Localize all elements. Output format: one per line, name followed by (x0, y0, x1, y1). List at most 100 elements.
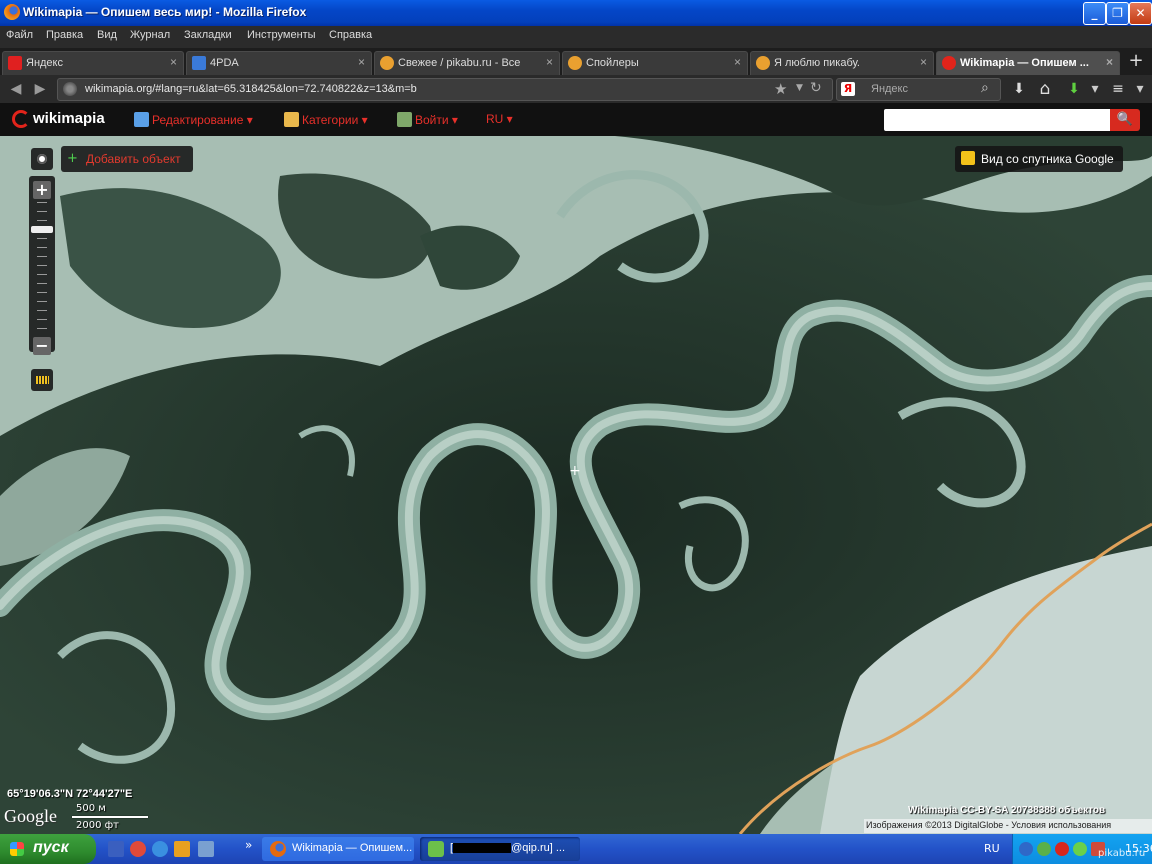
tab-spoilers[interactable]: Спойлеры × (562, 51, 748, 75)
tab-i-love-pikabu[interactable]: Я люблю пикабу. × (750, 51, 934, 75)
google-logo[interactable]: Google (4, 806, 57, 827)
categories-icon (284, 112, 299, 127)
back-button[interactable]: ◀ (6, 79, 26, 99)
zoom-slider-track[interactable] (37, 202, 47, 334)
wikimapia-search-input[interactable] (884, 109, 1110, 131)
network-icon[interactable] (198, 841, 214, 857)
zoom-slider-handle[interactable] (31, 225, 53, 233)
minimize-button[interactable]: _ (1083, 2, 1106, 25)
media-player-icon[interactable] (174, 841, 190, 857)
locate-icon (37, 154, 47, 164)
satellite-imagery (0, 136, 1152, 834)
tab-close-icon[interactable]: × (920, 55, 927, 69)
taskbar-item-qip[interactable]: [@qip.ru] ... (420, 837, 580, 861)
menu-language[interactable]: RU ▾ (486, 112, 513, 126)
search-bar[interactable]: Я Яндекс ⌕ (836, 78, 1001, 101)
menu-edit[interactable]: Правка (46, 29, 83, 41)
menu-help[interactable]: Справка (329, 29, 372, 41)
pikabu-icon (568, 56, 582, 70)
pikabu-icon (380, 56, 394, 70)
opera-icon[interactable] (130, 841, 146, 857)
start-button[interactable]: пуск (0, 834, 96, 864)
bookmark-star-icon[interactable]: ★ (774, 80, 787, 98)
language-indicator[interactable]: RU (984, 842, 1000, 855)
show-desktop-icon[interactable] (108, 841, 124, 857)
tab-4pda[interactable]: 4PDA × (186, 51, 372, 75)
firefox-icon (270, 841, 286, 857)
satellite-view-label: Вид со спутника Google (981, 152, 1114, 166)
reload-icon[interactable]: ↻ (810, 80, 822, 96)
menu-login[interactable]: Войти ▾ (397, 112, 458, 127)
toolbar-menu-dropdown-icon[interactable]: ▾ (1130, 79, 1150, 99)
menu-tools[interactable]: Инструменты (247, 29, 316, 41)
home-icon[interactable]: ⌂ (1035, 79, 1055, 99)
add-object-button[interactable]: + Добавить объект (61, 146, 193, 172)
internet-explorer-icon[interactable] (152, 841, 168, 857)
wikimapia-logo[interactable]: wikimapia (12, 110, 105, 129)
locate-button[interactable] (31, 148, 53, 170)
add-object-icon: + (67, 151, 78, 166)
windows-taskbar: пуск » Wikimapia — Опишем... [@qip.ru] .… (0, 834, 1152, 864)
menu-bookmarks[interactable]: Закладки (184, 29, 232, 41)
url-bar[interactable]: wikimapia.org/#lang=ru&lat=65.318425&lon… (57, 78, 833, 101)
login-icon (397, 112, 412, 127)
tab-pikabu-fresh[interactable]: Свежее / pikabu.ru - Все × (374, 51, 560, 75)
tab-close-icon[interactable]: × (734, 55, 741, 69)
zoom-out-button[interactable]: − (33, 337, 51, 355)
qip-icon (428, 841, 444, 857)
new-tab-button[interactable]: + (1124, 51, 1148, 71)
satellite-view-button[interactable]: Вид со спутника Google (955, 146, 1123, 172)
url-history-dropdown-icon[interactable]: ▼ (796, 83, 803, 93)
firefox-icon (4, 4, 20, 20)
close-button[interactable]: ✕ (1129, 2, 1152, 25)
tab-wikimapia[interactable]: Wikimapia — Опишем ... × (936, 51, 1120, 75)
tab-close-icon[interactable]: × (546, 55, 553, 69)
forward-button[interactable]: ▶ (30, 79, 50, 99)
imagery-credit[interactable]: Изображения ©2013 DigitalGlobe - Условия… (864, 819, 1152, 833)
tab-yandex[interactable]: Яндекс × (2, 51, 184, 75)
tab-close-icon[interactable]: × (170, 55, 177, 69)
downloads-icon[interactable]: ⬇ (1009, 79, 1029, 99)
wikimapia-search-button[interactable]: 🔍 (1110, 109, 1140, 131)
wikimapia-header: wikimapia Редактирование ▾ Категории ▾ В… (0, 104, 1152, 136)
addon-download-icon[interactable]: ⬇ (1064, 79, 1084, 99)
tab-label: Спойлеры (586, 57, 639, 69)
taskbar-item-label: Wikimapia — Опишем... (292, 842, 413, 854)
search-icon: 🔍 (1116, 112, 1134, 127)
menu-view[interactable]: Вид (97, 29, 117, 41)
tray-network-icon[interactable] (1037, 842, 1051, 856)
taskbar-item-label: [@qip.ru] ... (450, 842, 566, 854)
maximize-button[interactable]: ❐ (1106, 2, 1129, 25)
tray-antivirus-icon[interactable] (1055, 842, 1069, 856)
yandex-icon (8, 56, 22, 70)
yandex-icon[interactable]: Я (841, 82, 855, 96)
taskbar-item-firefox[interactable]: Wikimapia — Опишем... (262, 837, 414, 861)
4pda-icon (192, 56, 206, 70)
windows-logo-icon (10, 842, 24, 856)
window-titlebar: Wikimapia — Опишем весь мир! - Mozilla F… (0, 0, 1152, 26)
satellite-layer-icon (961, 151, 975, 165)
satellite-map[interactable]: + Добавить объект + − Вид со спутника Go… (0, 136, 1152, 834)
tab-label: 4PDA (210, 57, 239, 69)
site-identity-icon[interactable] (63, 82, 77, 96)
menu-editing[interactable]: Редактирование ▾ (134, 112, 253, 127)
tab-label: Свежее / pikabu.ru - Все (398, 57, 521, 69)
menu-file[interactable]: Файл (6, 29, 33, 41)
quicklaunch-more-icon[interactable]: » (245, 838, 252, 852)
tray-qip-icon[interactable] (1073, 842, 1087, 856)
tab-close-icon[interactable]: × (358, 55, 365, 69)
tray-arrow-icon[interactable] (1019, 842, 1033, 856)
license-text[interactable]: Wikimapia CC-BY-SA 20738388 объектов (908, 805, 1105, 816)
tab-close-icon[interactable]: × (1106, 55, 1113, 69)
menu-history[interactable]: Журнал (130, 29, 170, 41)
toolbar-menu-icon[interactable]: ≡ (1108, 79, 1128, 99)
zoom-in-button[interactable]: + (33, 181, 51, 199)
ruler-button[interactable] (31, 369, 53, 391)
pikabu-icon (756, 56, 770, 70)
addon-dropdown-icon[interactable]: ▾ (1085, 79, 1105, 99)
scale-metric: 500 м (76, 803, 106, 814)
url-text[interactable]: wikimapia.org/#lang=ru&lat=65.318425&lon… (85, 83, 417, 95)
search-icon[interactable]: ⌕ (981, 80, 989, 96)
menu-categories[interactable]: Категории ▾ (284, 112, 368, 127)
zoom-control: + − (29, 176, 55, 355)
